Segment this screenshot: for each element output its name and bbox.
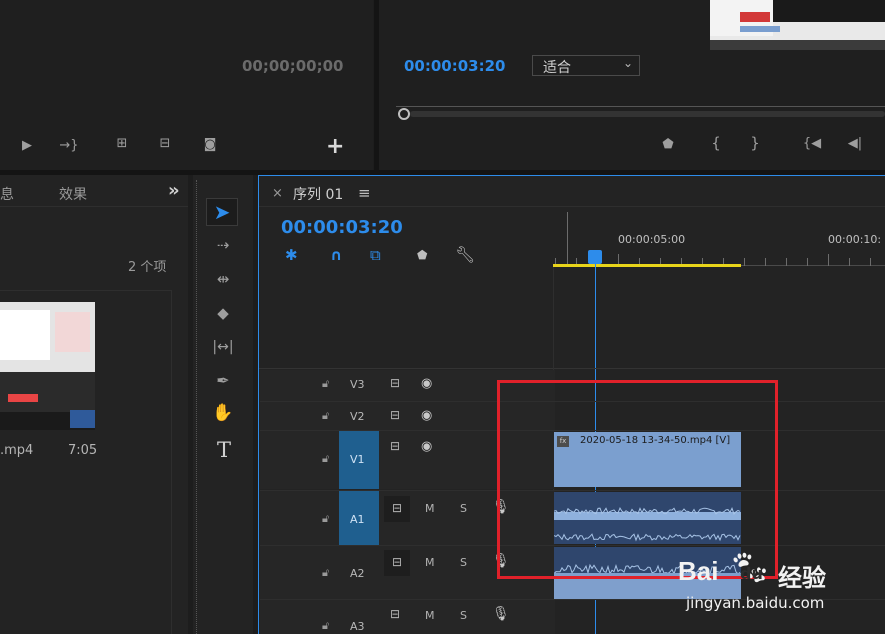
lock-icon-v1[interactable]: 🔓︎ <box>322 452 329 466</box>
fit-dropdown-value: 适合 <box>543 60 571 76</box>
project-item-count: 2 个项 <box>128 260 167 275</box>
source-patch-a1-label: A1 <box>350 513 365 526</box>
tab-underline <box>0 206 188 207</box>
track-select-tool-icon[interactable]: ⇢ <box>212 238 234 253</box>
sync-lock-icon-v3[interactable]: ⊟ <box>390 376 400 390</box>
clip-thumbnail[interactable] <box>0 302 95 430</box>
chevron-down-icon: ⌄ <box>622 56 633 70</box>
mark-out-icon[interactable]: } <box>747 136 763 151</box>
extract-icon[interactable]: ⊟ <box>153 137 177 151</box>
sequence-menu-icon[interactable]: ≡ <box>358 184 371 202</box>
clip-duration: 7:05 <box>68 443 98 458</box>
track-label-a2[interactable]: A2 <box>350 567 365 580</box>
track-label-a3[interactable]: A3 <box>350 620 365 633</box>
type-tool-icon[interactable]: T <box>213 438 235 462</box>
ruler-tick <box>849 258 850 266</box>
mute-button-a1[interactable]: M <box>425 502 435 515</box>
mute-button-a3[interactable]: M <box>425 609 435 622</box>
baidu-brand: Bai <box>678 556 719 586</box>
sequence-tab-title[interactable]: 序列 01 <box>293 184 343 204</box>
source-patch-a1[interactable]: A1 <box>339 491 379 545</box>
program-playhead-handle[interactable] <box>398 108 410 120</box>
sync-lock-icon-v1[interactable]: ⊟ <box>390 439 400 453</box>
lock-icon-a2[interactable]: 🔓︎ <box>322 566 329 580</box>
track-label-v3[interactable]: V3 <box>350 378 365 391</box>
ruler-label-5s: 00:00:05:00 <box>618 233 686 246</box>
program-timecode[interactable]: 00:00:03:20 <box>404 57 506 75</box>
camera-icon[interactable]: ◙ <box>200 138 220 152</box>
source-patch-v1-label: V1 <box>350 453 365 466</box>
lock-icon-a3[interactable]: 🔓︎ <box>322 619 329 633</box>
pen-tool-icon[interactable]: ✒ <box>212 373 234 389</box>
baidu-watermark: Bai 🐾︎ du 经验 jingyan.baidu.com <box>678 548 878 616</box>
ripple-edit-tool-icon[interactable]: ⇹ <box>212 272 234 287</box>
ruler-tick <box>786 258 787 266</box>
selection-tool-icon[interactable]: ➤ <box>206 198 238 226</box>
program-preview-image <box>710 0 885 50</box>
source-monitor-panel <box>0 0 373 170</box>
baidu-brand-du: du <box>740 564 763 583</box>
ruler-tick <box>765 258 766 266</box>
work-area-bar[interactable] <box>553 264 741 267</box>
lock-icon-v2[interactable]: 🔓︎ <box>322 409 329 423</box>
sequence-timecode[interactable]: 00:00:03:20 <box>281 217 403 238</box>
sequence-tab-underline <box>259 206 885 207</box>
timeline-settings-wrench-icon[interactable]: 🔧︎ <box>455 245 475 264</box>
track-header-a3 <box>260 600 555 634</box>
go-to-in-icon[interactable]: {◀ <box>800 137 824 151</box>
lock-icon-v3[interactable]: 🔓︎ <box>322 377 329 391</box>
mark-in-icon[interactable]: { <box>708 136 724 151</box>
mute-button-a2[interactable]: M <box>425 556 435 569</box>
close-sequence-icon[interactable]: × <box>272 186 283 201</box>
track-divider-top <box>259 368 885 369</box>
hand-tool-icon[interactable]: ✋ <box>212 405 234 422</box>
sync-lock-icon-a2[interactable]: ⊟ <box>384 550 410 576</box>
solo-button-a2[interactable]: S <box>460 556 467 569</box>
solo-button-a3[interactable]: S <box>460 609 467 622</box>
ruler-tick <box>744 258 745 266</box>
linked-selection-icon[interactable]: ⧉ <box>370 246 381 264</box>
ruler-tick <box>828 254 829 266</box>
source-timecode[interactable]: 00;00;00;00 <box>242 57 344 75</box>
razor-tool-icon[interactable]: ◆ <box>212 306 234 321</box>
ruler-tick <box>807 258 808 266</box>
sync-lock-icon-a1[interactable]: ⊟ <box>384 496 410 522</box>
source-patch-v1[interactable]: V1 <box>339 431 379 489</box>
program-scroll-track[interactable] <box>410 111 885 117</box>
program-ruler[interactable] <box>396 92 885 108</box>
play-in-to-out-icon[interactable]: ▶︎ <box>18 139 36 153</box>
ruler-label-10s: 00:00:10: <box>828 233 882 246</box>
step-back-icon[interactable]: ◀| <box>845 137 865 151</box>
slip-tool-icon[interactable]: |↔| <box>210 340 236 354</box>
fit-dropdown[interactable]: 适合 ⌄ <box>532 55 640 76</box>
insert-icon[interactable]: →} <box>58 139 80 153</box>
eye-icon-v2[interactable]: ◉ <box>421 408 432 423</box>
eye-icon-v3[interactable]: ◉ <box>421 376 432 391</box>
tools-grip <box>196 180 199 634</box>
lock-icon-a1[interactable]: 🔓︎ <box>322 512 329 526</box>
sync-lock-icon-v2[interactable]: ⊟ <box>390 408 400 422</box>
add-marker-timeline-icon[interactable]: ⬟ <box>417 248 427 262</box>
clip-name: .mp4 <box>0 443 34 458</box>
more-panels-icon[interactable]: » <box>168 180 180 201</box>
baidu-brand-cn: 经验 <box>778 564 826 592</box>
microphone-icon-a3[interactable]: 🎙︎ <box>492 606 510 622</box>
track-label-v2[interactable]: V2 <box>350 410 365 423</box>
solo-button-a1[interactable]: S <box>460 502 467 515</box>
tab-effects[interactable]: 效果 <box>59 184 87 204</box>
sync-lock-icon-a3[interactable]: ⊟ <box>390 607 400 621</box>
nest-toggle-icon[interactable]: ✱ <box>285 246 298 264</box>
snap-magnet-icon[interactable]: ∩ <box>330 246 342 264</box>
overwrite-icon[interactable]: ⊞ <box>110 137 134 151</box>
baidu-url: jingyan.baidu.com <box>686 594 825 612</box>
add-marker-icon[interactable]: ⬟ <box>660 138 676 152</box>
add-button-icon[interactable]: + <box>326 134 344 159</box>
eye-icon-v1[interactable]: ◉ <box>421 439 432 454</box>
tab-info-partial[interactable]: 息 <box>0 184 14 204</box>
ruler-tick <box>870 258 871 266</box>
